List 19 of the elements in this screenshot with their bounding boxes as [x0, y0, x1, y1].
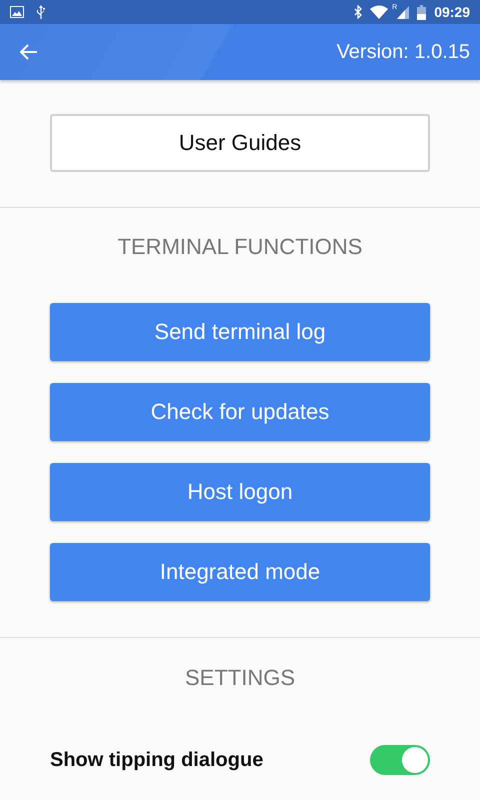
toggle-switch[interactable]: [370, 745, 430, 775]
user-guides-button[interactable]: User Guides: [50, 114, 430, 172]
section-heading: SETTINGS: [184, 665, 296, 691]
usb-icon: [36, 5, 46, 19]
signal-icon: [397, 5, 410, 19]
wifi-icon: [370, 5, 388, 19]
bluetooth-icon: [354, 5, 362, 19]
clock-time: 09:29: [434, 4, 470, 20]
action-button[interactable]: Integrated mode: [50, 543, 430, 601]
version-label: Version: 1.0.15: [336, 40, 470, 64]
setting-label: Show tipping dialogue: [50, 748, 264, 772]
action-button[interactable]: Host logon: [50, 463, 430, 521]
back-button[interactable]: [18, 42, 40, 62]
image-icon: [10, 6, 24, 18]
action-button[interactable]: Send terminal log: [50, 303, 430, 361]
back-arrow-icon: [20, 44, 38, 60]
battery-icon: [417, 4, 426, 20]
section-heading: TERMINAL FUNCTIONS: [116, 234, 364, 260]
action-button[interactable]: Check for updates: [50, 383, 430, 441]
